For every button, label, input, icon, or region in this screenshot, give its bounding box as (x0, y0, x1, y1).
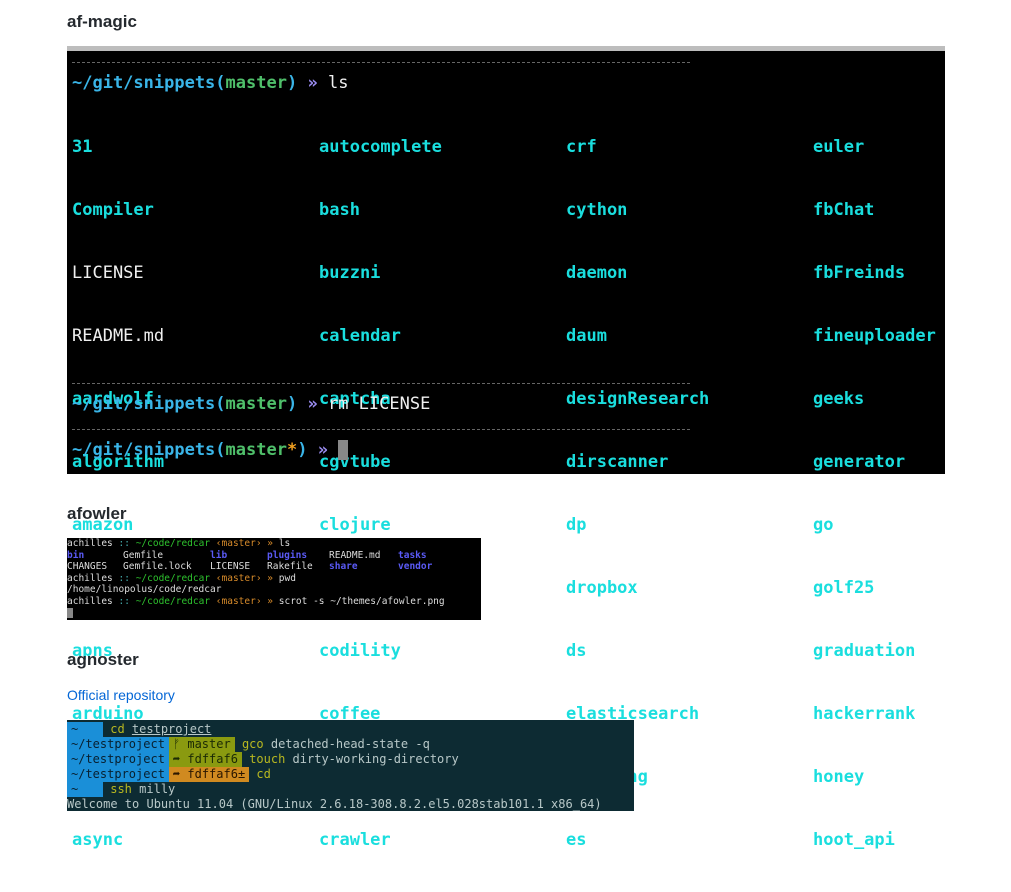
ls-entry: daum (566, 326, 607, 346)
ls-entry: LICENSE (72, 263, 144, 283)
ls-entry: cython (566, 200, 628, 220)
heading-agnoster: agnoster (67, 650, 139, 669)
divider (72, 62, 690, 63)
ls-entry: es (566, 830, 587, 850)
afowler-prompt: achilles :: ~/code/redcar ‹master› » ls (67, 538, 291, 549)
ls-entry: generator (813, 452, 906, 472)
afowler-output: /home/linopolus/code/redcar (67, 584, 222, 595)
ls-entry: go (813, 515, 834, 535)
prompt-command: ls (327, 73, 349, 93)
prompt-line-1: ~/git/snippets(master) » ls (72, 73, 349, 93)
ls-entry: calendar (319, 326, 401, 346)
ls-entry: euler (813, 137, 865, 157)
ls-entry: dropbox (566, 578, 638, 598)
ls-entry: daemon (566, 263, 628, 283)
afowler-ls-row: CHANGES Gemfile.lock LICENSE Rakefile share v… (67, 561, 433, 572)
prompt-command: rm LICENSE (327, 394, 431, 414)
ls-entry: dp (566, 515, 587, 535)
afowler-prompt: achilles :: ~/code/redcar ‹master› » pwd (67, 572, 296, 584)
ls-entry: autocomplete (319, 137, 442, 157)
prompt-line-2: ~/git/snippets(master) » rm LICENSE (72, 394, 431, 414)
heading-af-magic: af-magic (67, 12, 137, 31)
prompt-branch: master (225, 394, 287, 414)
ls-entry: graduation (813, 641, 916, 661)
prompt-path: ~/git/snippets (72, 73, 216, 93)
official-repository-link[interactable]: Official repository (67, 687, 175, 703)
prompt-branch: master (225, 73, 287, 93)
agnoster-row: ~/testproject ➦ fdffaf6± cd (67, 767, 271, 782)
dirty-marker: * (286, 440, 298, 460)
ls-entry: Compiler (72, 200, 154, 220)
cursor (338, 440, 349, 460)
ls-entry: buzzni (319, 263, 381, 283)
prompt-branch: master (225, 440, 287, 460)
afowler-ls-row: bin Gemfile lib plugins README.md tasks (67, 549, 427, 561)
agnoster-row: ~/testproject ➦ fdffaf6 touch dirty-worki… (67, 752, 459, 767)
ls-entry: fineuploader (813, 326, 936, 346)
ls-entry: README.md (72, 326, 165, 346)
ls-entry: clojure (319, 515, 391, 535)
prompt-arrow: » (317, 440, 328, 460)
agnoster-screenshot: ~ cd testproject ~/testproject ᚠ master g… (67, 720, 634, 811)
ls-entry: geeks (813, 389, 865, 409)
ls-entry: fbChat (813, 200, 875, 220)
prompt-arrow: » (307, 73, 318, 93)
ls-entry: codility (319, 641, 401, 661)
ls-entry: ds (566, 641, 587, 661)
cursor (67, 608, 73, 618)
divider (72, 383, 690, 384)
ls-entry: fbFreinds (813, 263, 906, 283)
agnoster-row: ~/testproject ᚠ master gco detached-head-… (67, 737, 430, 752)
divider (72, 429, 690, 430)
ls-entry: crf (566, 137, 597, 157)
agnoster-output: Welcome to Ubuntu 11.04 (GNU/Linux 2.6.1… (67, 797, 602, 811)
af-magic-screenshot: ~/git/snippets(master) » ls 31 Compiler … (67, 46, 945, 850)
ls-entry: async (72, 830, 124, 850)
agnoster-row: ~ cd testproject (67, 722, 211, 737)
ls-entry: 31 (72, 137, 93, 157)
ls-column-4: euler fbChat fbFreinds fineuploader geek… (813, 96, 936, 892)
afowler-screenshot: achilles :: ~/code/redcar ‹master› » ls … (67, 538, 481, 620)
ls-entry: honey (813, 767, 865, 787)
heading-afowler: afowler (67, 504, 127, 523)
prompt-line-3: ~/git/snippets(master*) » (72, 440, 349, 460)
ls-entry: hackerrank (813, 704, 916, 724)
prompt-path: ~/git/snippets (72, 440, 216, 460)
ls-entry: crawler (319, 830, 391, 850)
ls-entry: golf25 (813, 578, 875, 598)
afowler-prompt: achilles :: ~/code/redcar ‹master› » scr… (67, 595, 445, 607)
prompt-arrow: » (307, 394, 318, 414)
ls-entry: hoot_api (813, 830, 895, 850)
ls-entry: designResearch (566, 389, 710, 409)
agnoster-row: ~ ssh milly (67, 782, 175, 797)
terminal-titlebar (67, 46, 945, 51)
ls-entry: bash (319, 200, 360, 220)
prompt-path: ~/git/snippets (72, 394, 216, 414)
ls-entry: dirscanner (566, 452, 669, 472)
